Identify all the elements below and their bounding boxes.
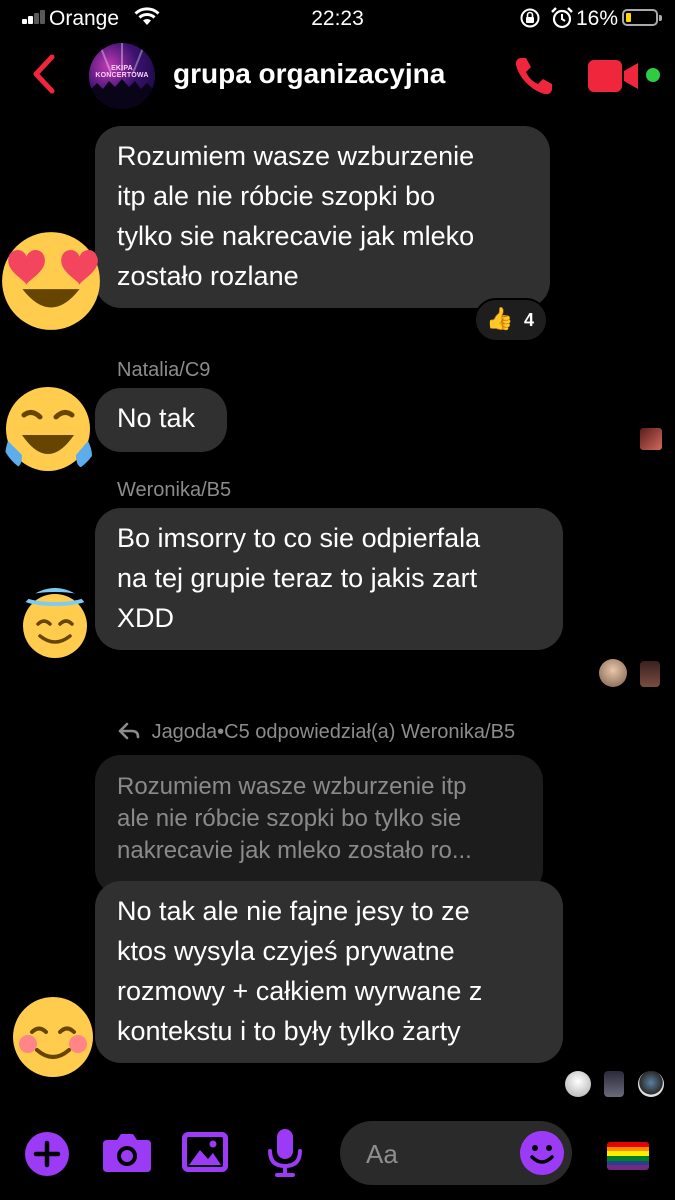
message-line: Bo imsorry to co sie odpierfala xyxy=(117,523,481,553)
reply-arrow-icon xyxy=(118,722,140,740)
seen-avatar xyxy=(640,661,660,687)
group-avatar-text: EKIPA KONCERTOWA xyxy=(95,65,149,79)
battery-percent: 16% xyxy=(576,7,619,30)
message-line: na tej grupie teraz to jakis zart xyxy=(117,563,478,593)
microphone-icon xyxy=(268,1129,302,1177)
smiley-icon[interactable] xyxy=(520,1131,564,1175)
status-bar: Orange 22:23 16% xyxy=(0,0,675,38)
seen-avatar xyxy=(638,1071,664,1097)
seen-avatar xyxy=(599,659,627,687)
seen-avatar xyxy=(565,1071,591,1097)
message-line: kontekstu i to były tylko żarty xyxy=(117,1016,461,1046)
heart-eyes-emoji xyxy=(2,232,100,330)
sender-name: Natalia/C9 xyxy=(117,359,211,381)
microphone-button[interactable] xyxy=(266,1129,304,1182)
gallery-button[interactable] xyxy=(182,1132,228,1177)
message-input[interactable]: Aa xyxy=(340,1121,572,1185)
seen-avatar xyxy=(604,1071,624,1097)
gallery-icon xyxy=(182,1132,228,1172)
message-input-placeholder: Aa xyxy=(366,1139,398,1169)
quoted-line: Rozumiem wasze wzburzenie itp xyxy=(117,773,467,800)
quoted-message[interactable]: Rozumiem wasze wzburzenie itp ale nie ró… xyxy=(95,755,543,895)
group-avatar[interactable]: EKIPA KONCERTOWA xyxy=(89,43,155,109)
message-line: No tak ale nie fajne jesy to ze xyxy=(117,896,470,926)
reply-indicator: Jagoda•C5 odpowiedział(a) Weronika/B5 xyxy=(118,721,515,744)
battery-icon xyxy=(622,9,662,26)
message-bubble[interactable]: No tak xyxy=(95,388,227,452)
message-bubble[interactable]: Rozumiem wasze wzburzenie itp ale nie ró… xyxy=(95,126,550,308)
message-bubble[interactable]: Bo imsorry to co sie odpierfala na tej g… xyxy=(95,508,563,650)
halo-smile-emoji xyxy=(21,588,89,658)
reply-note-text: Jagoda•C5 odpowiedział(a) Weronika/B5 xyxy=(151,721,516,743)
video-camera-icon xyxy=(588,60,638,92)
message-line: Rozumiem wasze wzburzenie xyxy=(117,141,475,171)
video-call-button[interactable] xyxy=(588,60,640,97)
rainbow-flag-icon[interactable] xyxy=(607,1142,649,1170)
sender-name: Weronika/B5 xyxy=(117,479,232,501)
add-button[interactable] xyxy=(25,1132,69,1181)
message-bubble[interactable]: No tak ale nie fajne jesy to ze ktos wys… xyxy=(95,881,563,1063)
chat-header: EKIPA KONCERTOWA grupa organizacyjna xyxy=(0,38,675,114)
back-button[interactable] xyxy=(28,52,58,101)
chat-title[interactable]: grupa organizacyjna xyxy=(173,58,445,90)
message-line: rozmowy + całkiem wyrwane z xyxy=(117,976,483,1006)
online-indicator xyxy=(646,68,660,82)
call-button[interactable] xyxy=(512,54,556,103)
plus-icon xyxy=(25,1132,69,1176)
quoted-line: nakrecavie jak mleko zostało ro... xyxy=(117,837,472,864)
camera-icon xyxy=(103,1134,151,1172)
message-line: itp ale nie róbcie szopki bo xyxy=(117,181,436,211)
message-line: tylko sie nakrecavie jak mleko xyxy=(117,221,475,251)
rotation-lock-icon xyxy=(520,8,540,28)
alarm-icon xyxy=(550,7,573,29)
reaction-count: 4 xyxy=(524,310,535,330)
phone-icon xyxy=(515,58,552,95)
message-line: ktos wysyla czyjeś prywatne xyxy=(117,936,455,966)
blushing-smile-emoji xyxy=(13,997,93,1077)
tears-of-joy-emoji xyxy=(5,387,92,471)
composer-bar: Aa xyxy=(0,1105,675,1200)
thumbs-up-icon: 👍 xyxy=(486,306,514,331)
message-line: zostało rozlane xyxy=(117,261,299,291)
status-icons xyxy=(519,6,575,36)
chevron-left-icon xyxy=(33,54,55,94)
camera-button[interactable] xyxy=(103,1132,151,1177)
seen-avatar xyxy=(640,428,662,450)
message-line: XDD xyxy=(117,603,175,633)
quoted-line: ale nie róbcie szopki bo tylko sie xyxy=(117,805,462,832)
reaction-badge[interactable]: 👍 4 xyxy=(474,298,548,342)
message-line: No tak xyxy=(117,403,196,433)
